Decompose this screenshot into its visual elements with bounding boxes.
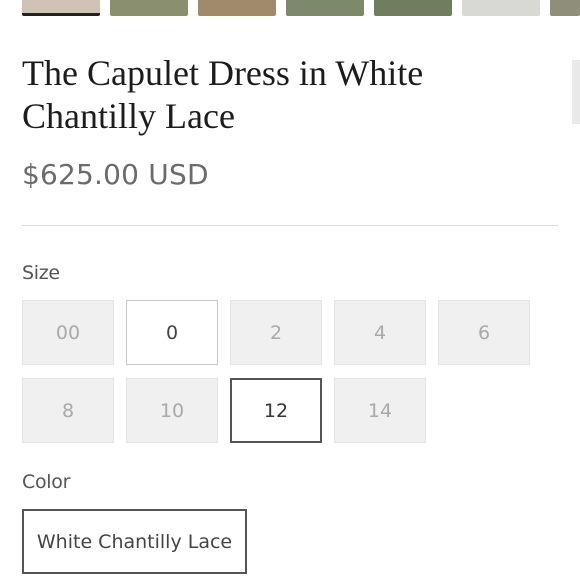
size-option-10[interactable]: 10 <box>126 378 218 443</box>
product-price: $625.00 USD <box>22 158 209 191</box>
thumbnail-3[interactable] <box>198 0 276 16</box>
product-title: The Capulet Dress in White Chantilly Lac… <box>22 53 424 136</box>
size-option-00[interactable]: 00 <box>22 300 114 365</box>
size-option-6[interactable]: 6 <box>438 300 530 365</box>
image-thumbnail-strip <box>0 0 580 16</box>
thumbnail-4[interactable] <box>286 0 364 16</box>
thumbnail-selected-indicator <box>22 13 100 16</box>
size-option-12[interactable]: 12 <box>230 378 322 443</box>
scroll-edge <box>572 60 580 124</box>
size-option-4[interactable]: 4 <box>334 300 426 365</box>
divider <box>22 225 558 226</box>
thumbnail-7[interactable] <box>550 0 580 16</box>
thumbnail-5[interactable] <box>374 0 452 16</box>
size-option-0[interactable]: 0 <box>126 300 218 365</box>
thumbnail-1[interactable] <box>22 0 100 16</box>
thumbnail-6[interactable] <box>462 0 540 16</box>
thumbnail-2[interactable] <box>110 0 188 16</box>
color-option-white-chantilly-lace[interactable]: White Chantilly Lace <box>22 509 247 574</box>
size-option-8[interactable]: 8 <box>22 378 114 443</box>
size-label: Size <box>22 262 60 284</box>
size-option-14[interactable]: 14 <box>334 378 426 443</box>
size-option-2[interactable]: 2 <box>230 300 322 365</box>
color-label: Color <box>22 471 71 493</box>
